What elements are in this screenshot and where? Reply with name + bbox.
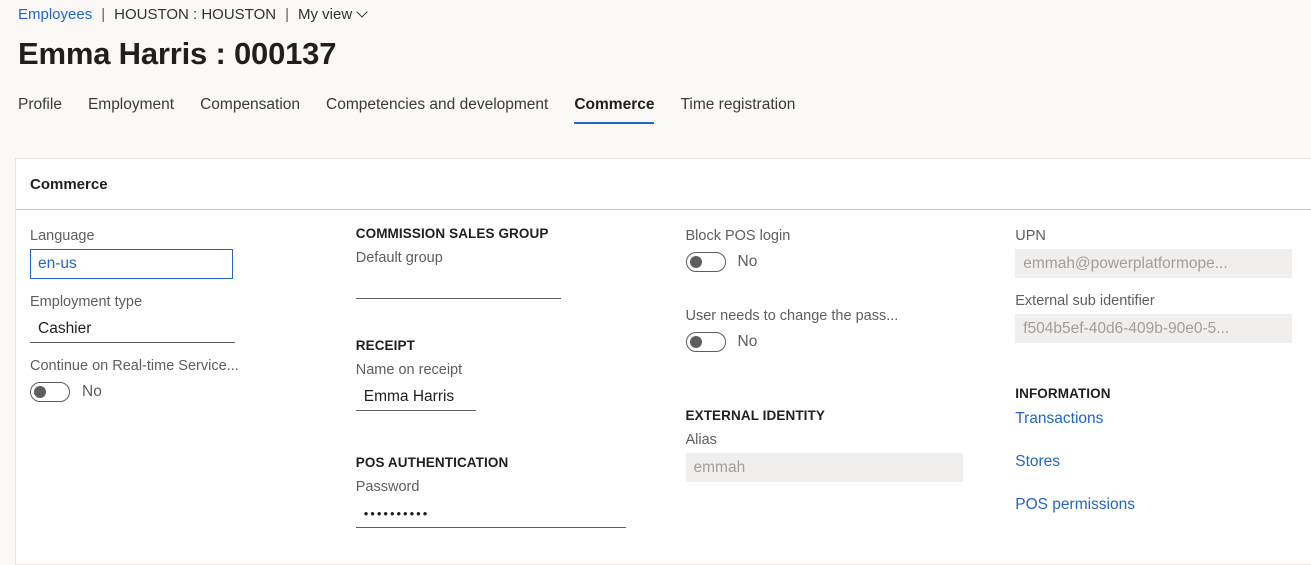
change-password-toggle-row: No bbox=[685, 329, 1016, 355]
tab-compensation[interactable]: Compensation bbox=[200, 96, 300, 124]
language-input[interactable]: en-us bbox=[30, 249, 233, 279]
realtime-service-value: No bbox=[82, 383, 102, 400]
commerce-card: Commerce Language en-us Employment type … bbox=[15, 158, 1311, 565]
spacer-receipt bbox=[356, 312, 686, 338]
link-stores[interactable]: Stores bbox=[1015, 451, 1311, 472]
external-sub-identifier-label: External sub identifier bbox=[1015, 293, 1155, 309]
commission-group-field: Default group bbox=[355, 248, 686, 299]
toggle-knob-icon bbox=[689, 256, 702, 268]
spacer-change-pass bbox=[686, 288, 1016, 306]
breadcrumb-separator-2: | bbox=[285, 5, 289, 23]
block-pos-login-toggle-row: No bbox=[685, 249, 1016, 275]
view-selector[interactable]: My view bbox=[298, 6, 369, 23]
alias-field: Alias emmah bbox=[685, 430, 1016, 482]
block-pos-login-label: Block POS login bbox=[685, 228, 791, 244]
form-column-3: Block POS login No User needs to change … bbox=[685, 226, 1016, 541]
language-label: Language bbox=[30, 228, 95, 244]
upn-label: UPN bbox=[1015, 228, 1046, 244]
tab-time-registration[interactable]: Time registration bbox=[680, 96, 795, 124]
link-pos-permissions[interactable]: POS permissions bbox=[1015, 494, 1311, 515]
password-input[interactable]: •••••••••• bbox=[355, 500, 626, 528]
password-field: Password •••••••••• bbox=[355, 477, 686, 528]
commission-sales-group-title: COMMISSION SALES GROUP bbox=[355, 226, 549, 241]
external-sub-identifier-input[interactable]: f504b5ef-40d6-409b-90e0-5... bbox=[1015, 314, 1293, 343]
language-field: Language en-us bbox=[30, 226, 356, 279]
realtime-service-field: Continue on Real-time Service... No bbox=[30, 356, 356, 405]
form-column-1: Language en-us Employment type Cashier C… bbox=[16, 226, 356, 541]
tab-employment[interactable]: Employment bbox=[88, 96, 174, 124]
upn-input[interactable]: emmah@powerplatformope... bbox=[1015, 249, 1293, 278]
external-sub-identifier-field: External sub identifier f504b5ef-40d6-40… bbox=[1015, 291, 1311, 343]
toggle-knob-icon bbox=[689, 336, 702, 348]
page-title: Emma Harris : 000137 bbox=[18, 36, 337, 71]
form-column-2: COMMISSION SALES GROUP Default group REC… bbox=[355, 226, 686, 541]
realtime-service-toggle-row: No bbox=[30, 379, 356, 405]
change-password-field: User needs to change the pass... No bbox=[685, 306, 1016, 355]
block-pos-login-field: Block POS login No bbox=[685, 226, 1016, 275]
chevron-down-icon bbox=[358, 7, 369, 18]
alias-label: Alias bbox=[685, 432, 717, 448]
tab-commerce[interactable]: Commerce bbox=[574, 96, 655, 124]
name-on-receipt-input[interactable]: Emma Harris bbox=[355, 383, 476, 411]
password-label: Password bbox=[355, 479, 420, 495]
change-password-value: No bbox=[737, 333, 758, 350]
change-password-label: User needs to change the pass... bbox=[685, 308, 899, 324]
upn-field: UPN emmah@powerplatformope... bbox=[1015, 226, 1311, 278]
receipt-title: RECEIPT bbox=[355, 338, 415, 353]
commerce-card-header: Commerce bbox=[16, 159, 1311, 210]
information-title: INFORMATION bbox=[1015, 386, 1111, 401]
name-on-receipt-label: Name on receipt bbox=[355, 362, 463, 378]
breadcrumb-legal-entity: HOUSTON : HOUSTON bbox=[114, 5, 277, 23]
tab-bar: Profile Employment Compensation Competen… bbox=[18, 96, 795, 124]
alias-input[interactable]: emmah bbox=[685, 453, 963, 482]
spacer-information bbox=[1015, 356, 1311, 386]
tab-profile[interactable]: Profile bbox=[18, 96, 62, 124]
commerce-form-columns: Language en-us Employment type Cashier C… bbox=[16, 210, 1311, 541]
breadcrumb-link-employees[interactable]: Employees bbox=[18, 6, 92, 23]
form-column-4: UPN emmah@powerplatformope... External s… bbox=[1015, 226, 1311, 541]
commission-group-label: Default group bbox=[355, 250, 443, 266]
spacer-external-identity bbox=[686, 368, 1016, 408]
breadcrumb-separator-1: | bbox=[101, 5, 106, 23]
toggle-knob-icon bbox=[34, 386, 46, 398]
tab-competencies-and-development[interactable]: Competencies and development bbox=[326, 96, 548, 124]
realtime-service-label: Continue on Real-time Service... bbox=[30, 358, 239, 374]
view-selector-label: My view bbox=[297, 5, 353, 23]
block-pos-login-value: No bbox=[737, 253, 758, 270]
external-identity-title: EXTERNAL IDENTITY bbox=[685, 408, 825, 423]
employment-type-input[interactable]: Cashier bbox=[30, 315, 235, 343]
change-password-toggle[interactable] bbox=[685, 332, 726, 352]
link-transactions[interactable]: Transactions bbox=[1015, 408, 1311, 429]
block-pos-login-toggle[interactable] bbox=[685, 252, 726, 272]
employment-type-label: Employment type bbox=[30, 294, 143, 310]
pos-authentication-title: POS AUTHENTICATION bbox=[355, 455, 509, 470]
spacer-pos-auth bbox=[356, 429, 686, 455]
employment-type-field: Employment type Cashier bbox=[30, 292, 356, 343]
commission-group-input[interactable] bbox=[355, 271, 561, 299]
realtime-service-toggle[interactable] bbox=[30, 382, 70, 402]
breadcrumb: Employees | HOUSTON : HOUSTON | My view bbox=[18, 2, 369, 26]
name-on-receipt-field: Name on receipt Emma Harris bbox=[355, 360, 686, 416]
